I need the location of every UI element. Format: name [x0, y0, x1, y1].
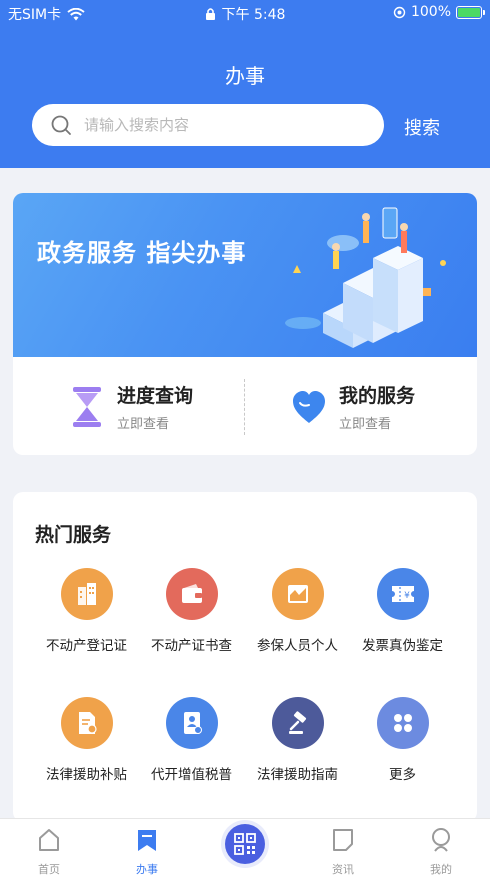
service-label: 参保人员个人 — [257, 638, 338, 654]
battery-icon — [456, 5, 485, 19]
my-services-title: 我的服务 — [339, 385, 416, 407]
status-bar: 无SIM卡 下午 5:48 100% — [0, 0, 490, 26]
wallet-icon — [165, 568, 218, 620]
tab-mine[interactable]: 我的 — [411, 827, 471, 876]
service-label: 代开增值税普 — [151, 767, 232, 783]
service-real-estate-certificate[interactable]: 不动产证书查 — [139, 568, 244, 654]
search-button[interactable]: 搜索 — [404, 114, 440, 140]
hourglass-icon — [73, 386, 101, 427]
quick-actions: 进度查询 立即查看 我的服务 立即查看 — [13, 357, 477, 455]
tab-label: 资讯 — [332, 863, 354, 876]
ticket-icon: ¥ — [376, 568, 429, 620]
tab-services[interactable]: 办事 — [117, 827, 177, 876]
chart-icon — [271, 568, 324, 620]
service-label: 法律援助指南 — [257, 767, 338, 783]
grid-icon — [376, 697, 429, 749]
service-label: 不动产证书查 — [151, 638, 232, 654]
header: 无SIM卡 下午 5:48 100% 办事 请输入搜索内容 搜索 — [0, 0, 490, 168]
bookmark-icon — [138, 830, 156, 851]
search-icon — [51, 115, 71, 135]
page-title: 办事 — [225, 64, 265, 88]
service-real-estate-registration[interactable]: 不动产登记证 — [34, 568, 139, 654]
service-invoice-verification[interactable]: ¥ 发票真伪鉴定 — [350, 568, 455, 654]
tab-news[interactable]: 资讯 — [313, 827, 373, 876]
service-more[interactable]: 更多 — [350, 697, 455, 783]
id-card-icon — [165, 697, 218, 749]
banner-slogan: 政务服务 指尖办事 — [37, 239, 247, 267]
tab-label: 办事 — [136, 863, 158, 876]
banner-card: 政务服务 指尖办事 进度查询 立即查看 我的服务 立即查看 — [13, 193, 477, 455]
progress-query-button[interactable]: 进度查询 立即查看 — [69, 381, 193, 432]
document-icon — [60, 697, 113, 749]
building-icon — [60, 568, 113, 620]
service-legal-aid-subsidy[interactable]: 法律援助补贴 — [34, 697, 139, 783]
svg-text:¥: ¥ — [404, 591, 410, 601]
banner[interactable]: 政务服务 指尖办事 — [13, 193, 477, 357]
progress-query-subtitle: 立即查看 — [117, 417, 170, 432]
search-bar[interactable] — [32, 104, 384, 146]
scan-button[interactable] — [225, 824, 265, 864]
battery-percent: 100% — [410, 4, 451, 20]
orientation-lock-icon — [393, 6, 406, 18]
heart-icon — [293, 390, 325, 423]
tab-label: 首页 — [38, 863, 60, 876]
my-services-button[interactable]: 我的服务 立即查看 — [291, 381, 415, 432]
qr-code-icon — [234, 833, 256, 855]
hot-services-title: 热门服务 — [35, 524, 112, 546]
city-illustration-icon — [285, 207, 446, 348]
my-services-subtitle: 立即查看 — [339, 417, 392, 432]
tab-home[interactable]: 首页 — [19, 827, 79, 876]
gavel-icon — [271, 697, 324, 749]
hot-services-card: 热门服务 不动产登记证 不动产证书查 参保人员个人 ¥ 发票真伪鉴定 法律援助补… — [13, 492, 477, 822]
service-label: 不动产登记证 — [46, 638, 127, 654]
progress-query-title: 进度查询 — [117, 385, 194, 407]
status-time: 下午 5:48 — [221, 7, 286, 23]
home-icon — [39, 829, 59, 851]
service-label: 法律援助补贴 — [46, 767, 127, 783]
service-label: 更多 — [389, 767, 416, 783]
service-insured-individual[interactable]: 参保人员个人 — [245, 568, 350, 654]
service-label: 发票真伪鉴定 — [362, 638, 443, 654]
service-legal-aid-guide[interactable]: 法律援助指南 — [245, 697, 350, 783]
divider — [244, 379, 245, 435]
news-icon — [333, 829, 353, 851]
service-vat-invoice[interactable]: 代开增值税普 — [139, 697, 244, 783]
tab-label: 我的 — [430, 863, 452, 876]
lock-icon — [205, 8, 215, 20]
search-input[interactable] — [84, 116, 344, 134]
user-icon — [432, 828, 450, 852]
